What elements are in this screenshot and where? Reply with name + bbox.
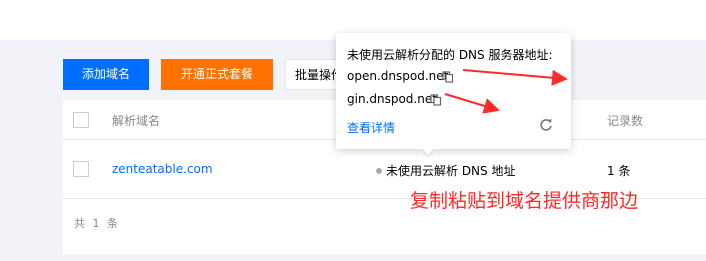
copy-icon[interactable] [430,94,442,106]
dns-status: 未使用云解析 DNS 地址 [376,162,515,179]
view-details-link[interactable]: 查看详情 [347,119,395,136]
domain-link[interactable]: zenteatable.com [112,162,213,176]
header-records: 记录数 [607,114,644,128]
record-count: 1 条 [607,164,631,178]
nameserver-1: open.dnspod.net [347,69,449,83]
total-count: 共 1 条 [74,217,120,230]
status-dot-icon [376,168,382,174]
header-domain: 解析域名 [112,114,161,128]
nameserver-2: gin.dnspod.net [347,92,437,106]
copy-icon[interactable] [442,71,454,83]
add-domain-button[interactable]: 添加域名 [63,59,149,90]
row-checkbox[interactable] [73,161,89,177]
dns-popover: 未使用云解析分配的 DNS 服务器地址: open.dnspod.net gin… [336,33,571,155]
annotation-text: 复制粘贴到域名提供商那边 [410,190,639,212]
refresh-icon[interactable] [538,117,554,133]
open-formal-package-button[interactable]: 开通正式套餐 [161,59,273,90]
popover-title: 未使用云解析分配的 DNS 服务器地址: [347,48,553,62]
select-all-checkbox[interactable] [73,112,89,128]
dns-status-text: 未使用云解析 DNS 地址 [386,164,516,178]
